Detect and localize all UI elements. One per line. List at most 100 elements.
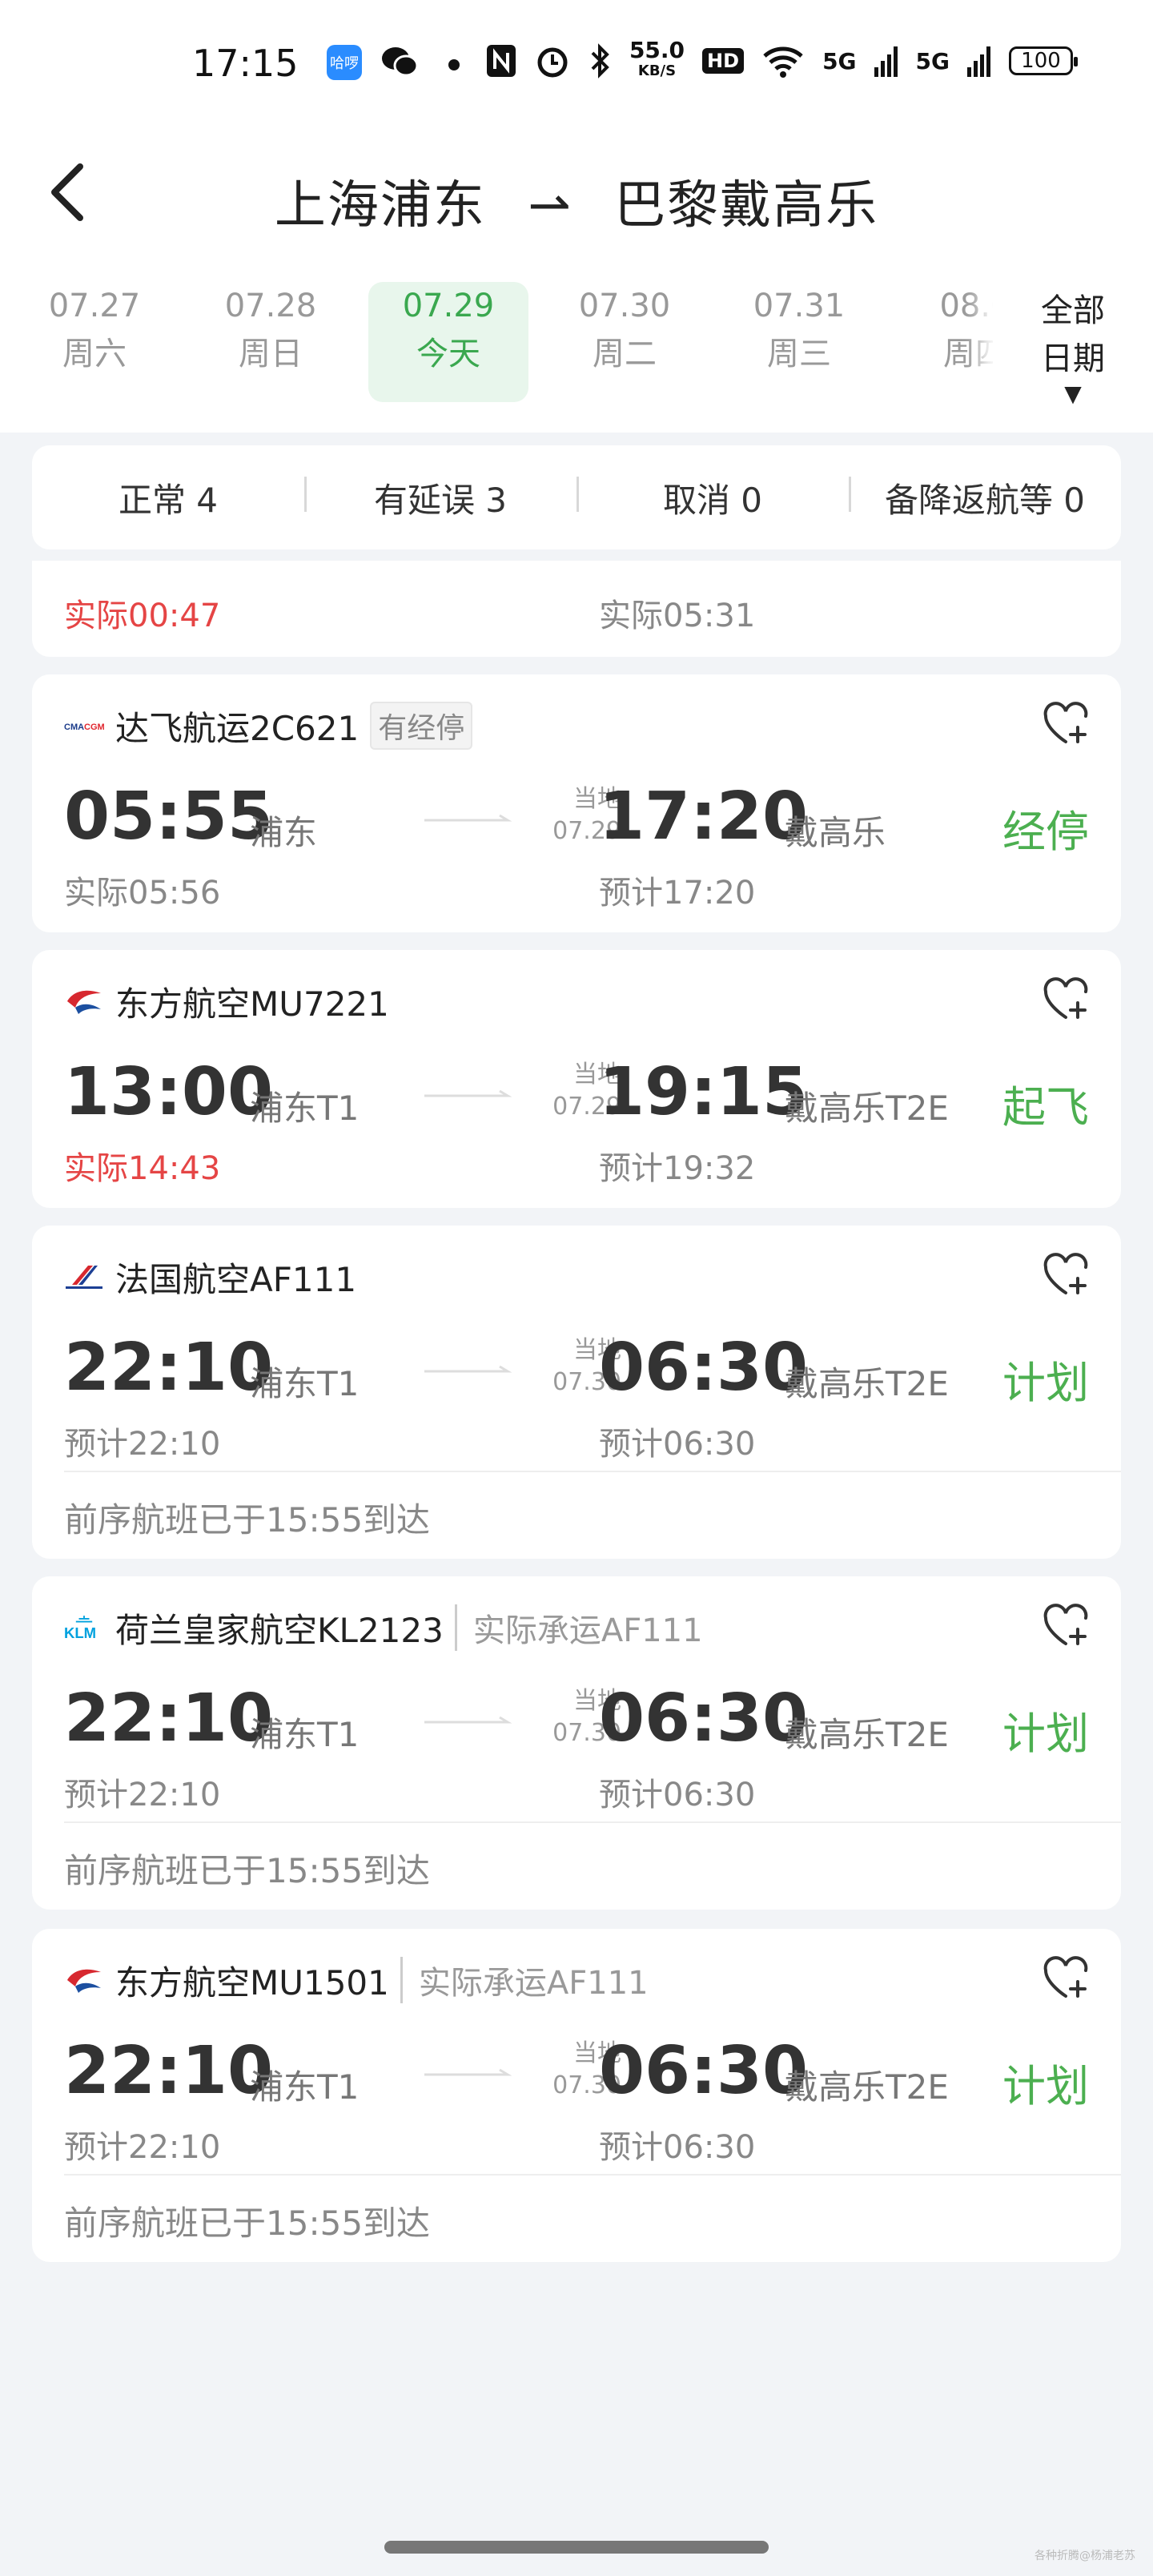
dep-actual-time: 实际14:43 <box>64 1150 221 1187</box>
alarm-icon <box>537 47 568 78</box>
favorite-heart-add-icon[interactable] <box>1041 976 1091 1025</box>
nfc-icon <box>486 45 516 77</box>
clock: 17:15 <box>192 42 299 85</box>
flight-card[interactable]: 东方航空MU7221 13:00 浦东T1 当地 07.29 19:15 戴高乐T… <box>32 950 1121 1208</box>
favorite-heart-add-icon[interactable] <box>1041 1251 1091 1301</box>
flight-direction-arrow-icon <box>424 2068 512 2076</box>
departure-time: 22:10 <box>64 2033 274 2109</box>
signal-bars-2-icon <box>967 46 990 77</box>
arrival-airport: 戴高乐T2E <box>785 2067 949 2107</box>
signal-5g-2-icon: 5G <box>915 47 950 74</box>
flight-card[interactable]: 法国航空AF111 22:10 浦东T1 当地 07.30 06:30 戴高乐T2… <box>32 1226 1121 1559</box>
filter-cancelled[interactable]: 取消 0 <box>576 473 849 522</box>
dep-estimated-time: 预计22:10 <box>64 2129 221 2166</box>
airline-flight-number: 达飞航运2C621 <box>115 708 360 748</box>
airline-flight-number: 东方航空MU1501 <box>115 1962 389 2002</box>
status-filter-bar: 正常 4 有延误 3 取消 0 备降返航等 0 <box>32 445 1121 549</box>
flight-status: 起飞 <box>1002 1082 1089 1133</box>
favorite-heart-add-icon[interactable] <box>1041 700 1091 750</box>
flight-status: 计划 <box>1002 1709 1089 1759</box>
departure-airport: 浦东T1 <box>250 1364 360 1403</box>
favorite-heart-add-icon[interactable] <box>1041 1954 1091 2004</box>
svg-text:CGM: CGM <box>84 722 104 732</box>
arrival-time: 06:30 <box>599 1680 809 1757</box>
previous-flight-note: 前序航班已于15:55到达 <box>64 1500 431 1540</box>
watermark: 各种折腾@杨浦老苏 <box>1034 2550 1135 2562</box>
arr-estimated-time: 预计06:30 <box>599 1777 756 1813</box>
dep-actual-time: 实际00:47 <box>64 598 221 634</box>
hello-app-icon: 哈啰 <box>327 45 362 80</box>
signal-bars-1-icon <box>874 46 898 77</box>
dropdown-triangle-icon: ▼ <box>1064 380 1082 407</box>
svg-text:KLM: KLM <box>64 1624 96 1641</box>
status-bar: 17:15 哈啰 55.0 KB/S HD 5G 5G 100 <box>0 0 1153 128</box>
hd-icon: HD <box>702 48 745 74</box>
route-title: 上海浦东 ⇀ 巴黎戴高乐 <box>0 164 1153 238</box>
operated-by-label: 实际承运AF111 <box>454 1604 703 1651</box>
operated-by-label: 实际承运AF111 <box>400 1957 649 2003</box>
all-dates-button[interactable]: 全部 日期 ▼ <box>993 272 1153 433</box>
divider <box>64 2174 1121 2176</box>
departure-airport: 浦东T1 <box>250 2067 360 2107</box>
date-tab-0728[interactable]: 07.28 周日 <box>191 282 351 402</box>
arrival-airport: 戴高乐 <box>785 813 886 852</box>
arr-estimated-time: 预计17:20 <box>599 875 756 912</box>
airline-flight-number: 荷兰皇家航空KL2123 <box>115 1610 444 1650</box>
flight-direction-arrow-icon <box>424 1089 512 1097</box>
airline-flight-number: 东方航空MU7221 <box>115 984 389 1024</box>
departure-time: 22:10 <box>64 1330 274 1406</box>
flight-card[interactable]: KLM 荷兰皇家航空KL2123 实际承运AF111 22:10 浦东T1 当地… <box>32 1576 1121 1910</box>
departure-time: 22:10 <box>64 1680 274 1757</box>
flight-status: 经停 <box>1002 807 1089 857</box>
arrival-time: 17:20 <box>599 779 809 855</box>
departure-airport: 浦东T1 <box>250 1715 360 1754</box>
airline-flight-number: 法国航空AF111 <box>115 1259 357 1299</box>
arrival-time: 06:30 <box>599 2033 809 2109</box>
dep-estimated-time: 预计22:10 <box>64 1426 221 1463</box>
date-tab-0730[interactable]: 07.30 周二 <box>544 282 705 402</box>
bluetooth-icon <box>591 43 609 78</box>
flight-direction-arrow-icon <box>424 814 512 822</box>
route-arrow-icon: ⇀ <box>528 176 572 235</box>
previous-flight-note: 前序航班已于15:55到达 <box>64 1851 431 1890</box>
departure-airport: 浦东T1 <box>250 1089 360 1128</box>
flight-card[interactable]: CMA CGM 达飞航运2C621 有经停 05:55 浦东 当地 07.29 17… <box>32 674 1121 932</box>
arr-actual-time: 实际05:31 <box>599 598 756 634</box>
flight-card[interactable]: 东方航空MU1501 实际承运AF111 22:10 浦东T1 当地 07.30 … <box>32 1929 1121 2262</box>
filter-diverted[interactable]: 备降返航等 0 <box>849 473 1121 522</box>
flight-status: 计划 <box>1002 2061 1089 2111</box>
arrival-time: 06:30 <box>599 1330 809 1406</box>
arrival-airport: 戴高乐T2E <box>785 1364 949 1403</box>
arr-estimated-time: 预计06:30 <box>599 1426 756 1463</box>
origin-city: 上海浦东 <box>274 176 486 235</box>
stopover-tag: 有经停 <box>370 702 473 750</box>
arr-estimated-time: 预计06:30 <box>599 2129 756 2166</box>
signal-5g-1-icon: 5G <box>822 47 857 74</box>
header: 上海浦东 ⇀ 巴黎戴高乐 <box>0 128 1153 272</box>
favorite-heart-add-icon[interactable] <box>1041 1602 1091 1652</box>
china-eastern-logo-icon <box>64 1964 104 1996</box>
flight-direction-arrow-icon <box>424 1365 512 1373</box>
flight-status: 计划 <box>1002 1358 1089 1408</box>
date-tab-0731[interactable]: 07.31 周三 <box>719 282 879 402</box>
date-tab-0727[interactable]: 07.27 周六 <box>14 282 175 402</box>
dep-actual-time: 实际05:56 <box>64 875 221 912</box>
filter-normal[interactable]: 正常 4 <box>32 473 304 522</box>
battery-indicator: 100 <box>1009 46 1078 75</box>
wifi-icon <box>763 46 803 78</box>
air-france-logo-icon <box>64 1261 104 1293</box>
notification-dot-icon <box>448 59 460 70</box>
departure-time: 13:00 <box>64 1054 274 1130</box>
svg-text:CMA: CMA <box>64 722 84 732</box>
cma-cgm-logo-icon: CMA CGM <box>64 710 104 742</box>
arr-estimated-time: 预计19:32 <box>599 1150 756 1187</box>
flight-direction-arrow-icon <box>424 1716 512 1724</box>
filter-delayed[interactable]: 有延误 3 <box>304 473 576 522</box>
flight-card-partial[interactable]: 实际00:47 实际05:31 <box>32 561 1121 657</box>
date-tab-0729-selected[interactable]: 07.29 今天 <box>368 282 528 402</box>
date-strip: 07.27 周六 07.28 周日 07.29 今天 07.30 周二 07.31 周三 … <box>0 272 1153 433</box>
departure-airport: 浦东 <box>250 813 318 852</box>
previous-flight-note: 前序航班已于15:55到达 <box>64 2204 431 2243</box>
home-indicator[interactable] <box>384 2541 769 2554</box>
arrival-time: 19:15 <box>599 1054 809 1130</box>
